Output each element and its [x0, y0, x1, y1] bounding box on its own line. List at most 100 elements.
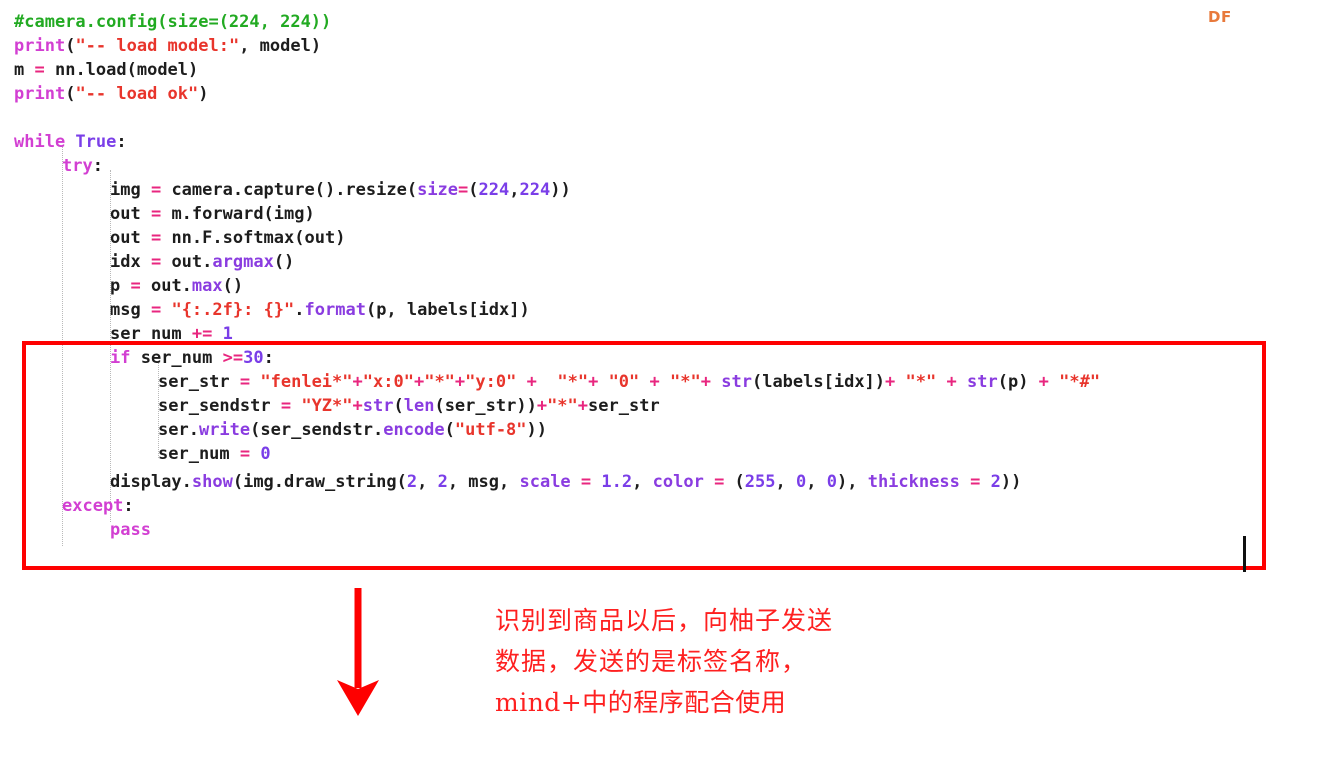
code-token-string: "utf-8" [454, 420, 527, 440]
code-token-number: 2 [437, 472, 448, 492]
code-editor-pane[interactable]: #camera.config(size=(224, 224)) print("--… [0, 0, 1317, 580]
code-token-op: + [700, 372, 711, 392]
annotation-line-1: 识别到商品以后，向柚子发送 [495, 606, 834, 635]
code-line[interactable]: ser_str = "fenlei*"+"x:0"+"*"+"y:0" + "*… [158, 370, 1100, 394]
code-token-plain: : [263, 348, 274, 368]
code-line[interactable]: display.show(img.draw_string(2, 2, msg, … [110, 470, 1021, 494]
code-line[interactable]: ser_num += 1 [110, 322, 233, 346]
code-token-op: + [885, 372, 896, 392]
down-arrow-svg [337, 588, 379, 716]
code-line[interactable]: idx = out.argmax() [110, 250, 294, 274]
code-token-plain: , [775, 472, 796, 492]
code-token-plain: nn.F.softmax(out) [161, 228, 346, 248]
code-line[interactable]: except: [62, 494, 134, 518]
code-token-string: "*" [557, 372, 589, 392]
code-line[interactable]: print("-- load ok") [14, 82, 209, 106]
code-line[interactable]: p = out.max() [110, 274, 243, 298]
code-token-plain: (p, labels[idx]) [365, 300, 530, 320]
code-token-string: "*" [670, 372, 701, 392]
annotation-line-3: mind+中的程序配合使用 [495, 688, 787, 717]
code-token-string: "*#" [1059, 372, 1101, 392]
code-token-op: + [454, 372, 466, 392]
code-token-string: "{:.2f}: {}" [171, 300, 295, 320]
code-token-plain: : [116, 132, 127, 152]
code-token-op: = [130, 276, 141, 296]
code-token-plain: camera.capture().resize( [161, 180, 418, 200]
code-token-plain: )) [1000, 472, 1022, 492]
code-token-plain: nn.load(model) [44, 60, 199, 80]
code-line[interactable]: ser.write(ser_sendstr.encode("utf-8")) [158, 418, 547, 442]
code-token-string: "fenlei*" [260, 372, 353, 392]
code-token-number: True [75, 132, 117, 152]
code-token-plain: ( [468, 180, 479, 200]
code-token-plain: (ser_str)) [434, 396, 537, 416]
code-token-op: = [150, 180, 162, 200]
code-token-plain: : [92, 156, 103, 176]
code-token-func: encode [383, 420, 445, 440]
code-line[interactable]: ser_sendstr = "YZ*"+str(len(ser_str))+"*… [158, 394, 660, 418]
code-token-comment: #camera.config(size=(224, 224)) [14, 12, 332, 32]
code-token-op: = [239, 372, 251, 392]
code-token-op: + [352, 396, 363, 416]
code-token-plain: )) [526, 420, 548, 440]
code-token-plain: (ser_sendstr. [250, 420, 384, 440]
code-token-string: "*" [424, 372, 455, 392]
code-token-func: max [191, 276, 223, 296]
code-token-func: len [403, 396, 435, 416]
code-token-op: = [150, 300, 162, 320]
code-token-plain: : [123, 496, 134, 516]
code-token-op: = [714, 472, 725, 492]
code-line[interactable]: img = camera.capture().resize(size=(224,… [110, 178, 571, 202]
code-token-op: = [150, 204, 162, 224]
code-token-op: + [526, 372, 537, 392]
code-token-string: "*" [905, 372, 937, 392]
code-token-number: 0 [826, 472, 837, 492]
code-token-number: 224 [478, 180, 510, 200]
code-token-plain: , [632, 472, 653, 492]
code-token-op: = [458, 180, 469, 200]
code-token-number: 0 [260, 444, 271, 464]
code-token-func: scale [519, 472, 571, 492]
code-line[interactable]: out = nn.F.softmax(out) [110, 226, 345, 250]
annotation-line-2: 数据，发送的是标签名称， [495, 647, 808, 676]
code-line[interactable]: while True: [14, 130, 127, 154]
code-token-plain: out [110, 204, 151, 224]
code-token-plain: , [806, 472, 827, 492]
code-line[interactable]: ser_num = 0 [158, 442, 271, 466]
code-line[interactable]: m = nn.load(model) [14, 58, 198, 82]
code-token-number: 224 [519, 180, 551, 200]
code-line[interactable]: out = m.forward(img) [110, 202, 315, 226]
code-token-func: str [362, 396, 394, 416]
code-token-op: = [150, 252, 162, 272]
code-token-plain: m.forward(img) [161, 204, 315, 224]
code-token-op: = [580, 472, 592, 492]
code-token-func: format [304, 300, 366, 320]
code-token-number: 1.2 [601, 472, 633, 492]
code-token-plain: msg [110, 300, 151, 320]
text-cursor-caret [1243, 536, 1246, 572]
code-token-plain: , model) [239, 36, 322, 56]
code-line[interactable]: try: [62, 154, 103, 178]
code-token-plain: ( [444, 420, 455, 440]
code-line[interactable]: print("-- load model:", model) [14, 34, 321, 58]
code-token-string: "-- load ok" [75, 84, 199, 104]
code-line[interactable]: pass [110, 518, 151, 542]
code-token-op: = [239, 444, 251, 464]
code-line[interactable]: if ser_num >=30: [110, 346, 274, 370]
code-line[interactable]: #camera.config(size=(224, 224)) [14, 10, 331, 34]
code-token-func: show [191, 472, 233, 492]
code-line[interactable]: msg = "{:.2f}: {}".format(p, labels[idx]… [110, 298, 530, 322]
code-token-plain: img [110, 180, 151, 200]
